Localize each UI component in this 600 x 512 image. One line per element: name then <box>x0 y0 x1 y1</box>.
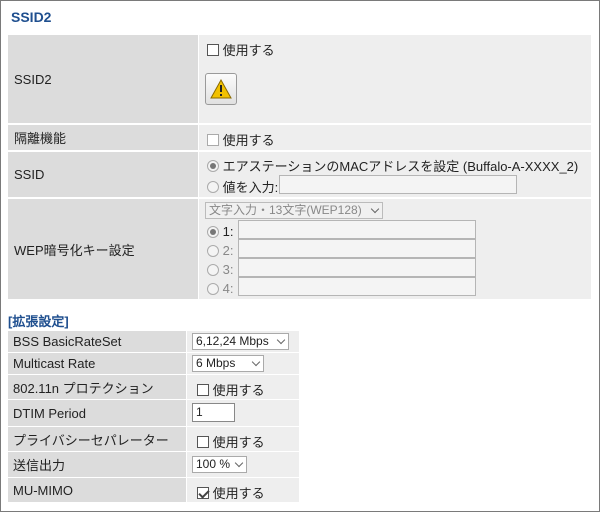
isolation-value-cell: 使用する <box>199 125 591 150</box>
warning-button[interactable] <box>205 73 237 105</box>
ssid-manual-radio[interactable] <box>207 180 219 193</box>
chevron-down-icon <box>251 357 261 367</box>
bss-basic-rate-value: 6,12,24 Mbps <box>196 334 269 348</box>
ssid2-value-cell: 使用する <box>199 35 591 123</box>
wep-key-type-value: 文字入力・13文字(WEP128) <box>209 203 362 217</box>
ssid2-checkbox-label: 使用する <box>222 43 275 58</box>
mu-mimo-enable[interactable]: 使用する <box>197 483 265 502</box>
ssid2-label: SSID2 <box>8 35 198 123</box>
protection-cell: 使用する <box>187 375 299 399</box>
tx-power-cell: 100 % <box>187 452 299 477</box>
protection-label: 802.11n プロテクション <box>8 375 186 399</box>
wep-key4-option[interactable]: 4: <box>207 280 233 296</box>
ssid-label: SSID <box>8 152 198 197</box>
wep-value-cell: 文字入力・13文字(WEP128) 1: 2: 3: 4: <box>199 199 591 299</box>
tx-power-label: 送信出力 <box>8 452 186 477</box>
ssid-row: SSID エアステーションのMACアドレスを設定 (Buffalo-A-XXXX… <box>8 152 591 197</box>
dtim-row: DTIM Period 1 <box>8 400 299 426</box>
dtim-cell: 1 <box>187 400 299 426</box>
privacy-separator-enable[interactable]: 使用する <box>197 432 265 451</box>
tx-power-value: 100 % <box>196 457 231 471</box>
wep-key2-radio[interactable] <box>207 244 219 257</box>
chevron-down-icon <box>234 458 244 468</box>
advanced-title: [拡張設定] <box>8 314 69 329</box>
mu-mimo-checkbox-label: 使用する <box>212 486 265 501</box>
wep-key3-option[interactable]: 3: <box>207 261 233 277</box>
mu-mimo-label: MU-MIMO <box>8 478 186 502</box>
ssid-option-mac[interactable]: エアステーションのMACアドレスを設定 (Buffalo-A-XXXX_2) <box>207 156 578 175</box>
ssid2-enable[interactable]: 使用する <box>207 40 275 59</box>
wep-key1-input[interactable] <box>238 220 476 239</box>
multicast-rate-select[interactable]: 6 Mbps <box>192 355 264 372</box>
warning-icon <box>210 79 232 99</box>
wep-key1-option[interactable]: 1: <box>207 223 233 239</box>
privacy-separator-checkbox-label: 使用する <box>212 435 265 450</box>
protection-checkbox-label: 使用する <box>212 383 265 398</box>
chevron-down-icon <box>370 204 380 214</box>
wep-key3-input[interactable] <box>238 258 476 277</box>
isolation-enable[interactable]: 使用する <box>207 130 275 149</box>
dtim-label: DTIM Period <box>8 400 186 426</box>
ssid2-row: SSID2 使用する <box>8 35 591 123</box>
tx-power-select[interactable]: 100 % <box>192 456 247 473</box>
tx-power-row: 送信出力 100 % <box>8 452 299 477</box>
protection-enable[interactable]: 使用する <box>197 380 265 399</box>
ssid2-checkbox[interactable] <box>207 43 219 56</box>
multicast-rate-cell: 6 Mbps <box>187 353 299 374</box>
wep-key4-radio[interactable] <box>207 282 219 295</box>
chevron-down-icon <box>276 335 286 345</box>
bss-basic-rate-cell: 6,12,24 Mbps <box>187 331 299 352</box>
mu-mimo-checkbox[interactable] <box>197 486 209 499</box>
ssid-value-cell: エアステーションのMACアドレスを設定 (Buffalo-A-XXXX_2) 値… <box>199 152 591 197</box>
privacy-separator-row: プライバシーセパレーター 使用する <box>8 427 299 451</box>
privacy-separator-cell: 使用する <box>187 427 299 451</box>
ssid-manual-label: 値を入力: <box>222 180 279 195</box>
ssid-input[interactable] <box>279 175 517 194</box>
multicast-rate-label: Multicast Rate <box>8 353 186 374</box>
isolation-row: 隔離機能 使用する <box>8 125 591 150</box>
settings-panel: SSID2 SSID2 使用する 隔離機能 使用する SSID エアステーション… <box>0 0 600 512</box>
wep-key3-label: 3: <box>222 262 234 278</box>
mu-mimo-row: MU-MIMO 使用する <box>8 478 299 502</box>
wep-row: WEP暗号化キー設定 文字入力・13文字(WEP128) 1: 2: 3: 4: <box>8 199 591 299</box>
ssid-option-manual[interactable]: 値を入力: <box>207 177 278 196</box>
wep-key1-label: 1: <box>222 224 234 240</box>
mu-mimo-cell: 使用する <box>187 478 299 502</box>
wep-key3-radio[interactable] <box>207 263 219 276</box>
wep-key4-input[interactable] <box>238 277 476 296</box>
wep-key2-input[interactable] <box>238 239 476 258</box>
multicast-rate-value: 6 Mbps <box>196 356 236 370</box>
privacy-separator-label: プライバシーセパレーター <box>8 427 186 451</box>
isolation-checkbox[interactable] <box>207 133 219 146</box>
wep-key4-label: 4: <box>222 281 234 297</box>
bss-basic-rate-row: BSS BasicRateSet 6,12,24 Mbps <box>8 331 299 352</box>
bss-basic-rate-label: BSS BasicRateSet <box>8 331 186 352</box>
wep-key2-label: 2: <box>222 243 234 259</box>
privacy-separator-checkbox[interactable] <box>197 435 209 448</box>
protection-checkbox[interactable] <box>197 383 209 396</box>
bss-basic-rate-select[interactable]: 6,12,24 Mbps <box>192 333 289 350</box>
dtim-input[interactable]: 1 <box>192 403 235 422</box>
isolation-checkbox-label: 使用する <box>222 133 275 148</box>
ssid-mac-radio[interactable] <box>207 159 219 172</box>
wep-key-type-select[interactable]: 文字入力・13文字(WEP128) <box>205 202 383 219</box>
wep-key2-option[interactable]: 2: <box>207 242 233 258</box>
protection-row: 802.11n プロテクション 使用する <box>8 375 299 399</box>
isolation-label: 隔離機能 <box>8 125 198 150</box>
multicast-rate-row: Multicast Rate 6 Mbps <box>8 353 299 374</box>
section-title: SSID2 <box>11 9 52 25</box>
wep-key1-radio[interactable] <box>207 225 219 238</box>
wep-label: WEP暗号化キー設定 <box>8 199 198 299</box>
ssid-mac-label: エアステーションのMACアドレスを設定 (Buffalo-A-XXXX_2) <box>222 159 579 174</box>
